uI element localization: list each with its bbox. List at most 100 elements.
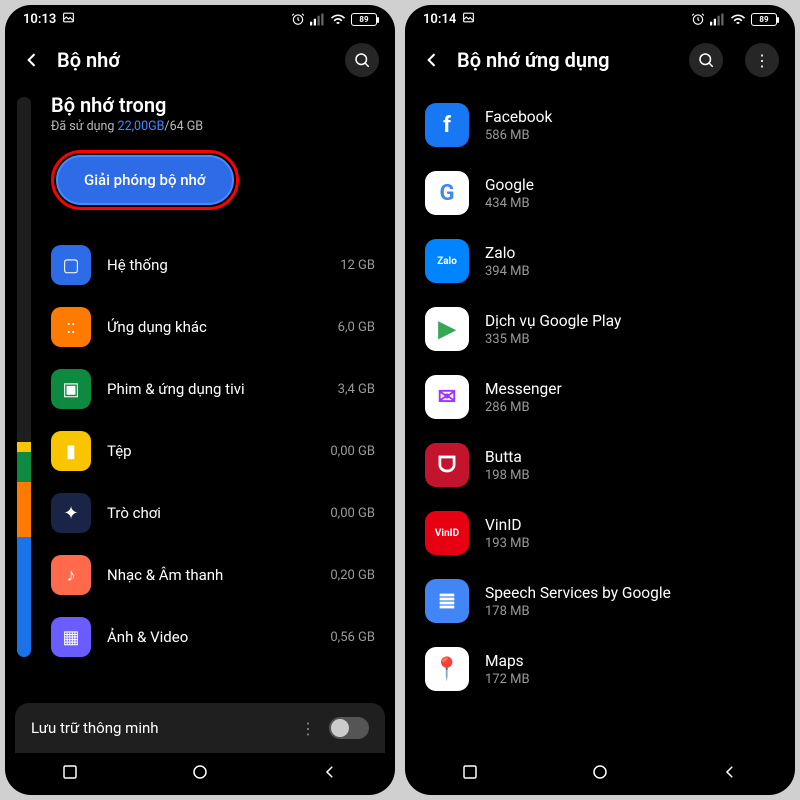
- category-size: 3,4 GB: [338, 382, 381, 397]
- smart-storage-row[interactable]: Lưu trữ thông minh ⋮: [15, 703, 385, 753]
- category-label: Trò chơi: [107, 504, 314, 522]
- free-storage-button[interactable]: Giải phóng bộ nhớ: [56, 155, 234, 205]
- app-name: VinID: [485, 516, 530, 534]
- google-icon: G: [425, 171, 469, 215]
- app-row[interactable]: ≣ Speech Services by Google 178 MB: [405, 567, 791, 635]
- file-icon: ▮: [51, 431, 91, 471]
- status-image-icon: [462, 11, 475, 28]
- wifi-icon: [330, 13, 346, 26]
- more-icon: ⋮: [754, 51, 770, 70]
- app-row[interactable]: ᗜButta198 MB: [405, 431, 791, 499]
- app-size: 198 MB: [485, 468, 530, 483]
- category-label: Ứng dụng khác: [107, 318, 322, 336]
- back-button[interactable]: [21, 49, 43, 71]
- more-button[interactable]: ⋮: [745, 43, 779, 77]
- speech-icon: ≣: [425, 579, 469, 623]
- signal-icon: [310, 13, 325, 26]
- storage-heading: Bộ nhớ trong: [51, 93, 381, 117]
- app-size: 193 MB: [485, 536, 530, 551]
- app-row[interactable]: 📍 Maps 172 MB: [405, 635, 791, 703]
- app-name: Speech Services by Google: [485, 584, 671, 602]
- status-time: 10:13: [23, 12, 56, 27]
- nav-home[interactable]: [191, 763, 209, 785]
- messenger-icon: ✉: [425, 375, 469, 419]
- category-size: 0,56 GB: [330, 630, 381, 645]
- category-size: 0,00 GB: [330, 444, 381, 459]
- nav-back[interactable]: [321, 763, 339, 785]
- category-size: 0,00 GB: [330, 506, 381, 521]
- phone-right: 10:14 89 Bộ nhớ ứng dụng ⋮ fFacebook586 …: [405, 5, 795, 795]
- header: Bộ nhớ: [5, 33, 395, 91]
- category-size: 0,20 GB: [330, 568, 381, 583]
- battery-icon: 89: [351, 13, 377, 26]
- category-row[interactable]: ✦Trò chơi0,00 GB: [51, 482, 381, 544]
- facebook-icon: f: [425, 103, 469, 147]
- category-row[interactable]: ▮ Tệp 0,00 GB: [51, 420, 381, 482]
- nav-back[interactable]: [721, 763, 739, 785]
- category-size: 12 GB: [340, 258, 381, 273]
- app-row[interactable]: fFacebook586 MB: [405, 91, 791, 159]
- alarm-icon: [291, 12, 305, 26]
- seg-system: [17, 537, 31, 657]
- category-label: Hệ thống: [107, 256, 324, 274]
- maps-icon: 📍: [425, 647, 469, 691]
- app-row[interactable]: Zalo Zalo 394 MB: [405, 227, 791, 295]
- app-name: Maps: [485, 652, 530, 670]
- category-row[interactable]: ▣Phim & ứng dụng tivi3,4 GB: [51, 358, 381, 420]
- app-size: 172 MB: [485, 672, 530, 687]
- seg-files: [17, 442, 31, 452]
- category-row[interactable]: ▦ Ảnh & Video 0,56 GB: [51, 606, 381, 668]
- search-button[interactable]: [345, 43, 379, 77]
- storage-usage-bar: [17, 97, 31, 657]
- smart-storage-toggle[interactable]: [329, 717, 369, 739]
- category-row[interactable]: ::Ứng dụng khác6,0 GB: [51, 296, 381, 358]
- highlight-outline: Giải phóng bộ nhớ: [51, 150, 239, 210]
- nav-bar: [5, 753, 395, 795]
- app-name: Zalo: [485, 244, 530, 262]
- app-size: 434 MB: [485, 196, 534, 211]
- category-label: Ảnh & Video: [107, 628, 314, 646]
- search-button[interactable]: [689, 43, 723, 77]
- status-time: 10:14: [423, 12, 456, 27]
- zalo-icon: Zalo: [425, 239, 469, 283]
- more-icon[interactable]: ⋮: [300, 719, 317, 738]
- phone-icon: ▢: [51, 245, 91, 285]
- music-icon: ♪: [51, 555, 91, 595]
- category-label: Nhạc & Âm thanh: [107, 566, 314, 584]
- alarm-icon: [691, 12, 705, 26]
- seg-apps: [17, 482, 31, 537]
- status-image-icon: [62, 11, 75, 28]
- app-size: 394 MB: [485, 264, 530, 279]
- category-label: Tệp: [107, 442, 314, 460]
- page-title: Bộ nhớ: [57, 48, 331, 72]
- media-icon: ▦: [51, 617, 91, 657]
- app-size: 586 MB: [485, 128, 552, 143]
- butta-icon: ᗜ: [425, 443, 469, 487]
- app-name: Messenger: [485, 380, 562, 398]
- app-row[interactable]: G Google 434 MB: [405, 159, 791, 227]
- battery-icon: 89: [751, 13, 777, 26]
- back-button[interactable]: [421, 49, 443, 71]
- nav-home[interactable]: [591, 763, 609, 785]
- page-title: Bộ nhớ ứng dụng: [457, 48, 675, 72]
- category-row[interactable]: ▢ Hệ thống 12 GB: [51, 234, 381, 296]
- status-bar: 10:14 89: [405, 5, 795, 33]
- play-services-icon: ▶: [425, 307, 469, 351]
- header: Bộ nhớ ứng dụng ⋮: [405, 33, 795, 91]
- nav-bar: [405, 753, 795, 795]
- category-row[interactable]: ♪ Nhạc & Âm thanh 0,20 GB: [51, 544, 381, 606]
- app-size: 335 MB: [485, 332, 621, 347]
- app-row[interactable]: ✉Messenger286 MB: [405, 363, 791, 431]
- nav-recent[interactable]: [61, 763, 79, 785]
- app-size: 178 MB: [485, 604, 671, 619]
- app-row[interactable]: ▶ Dịch vụ Google Play 335 MB: [405, 295, 791, 363]
- status-bar: 10:13 89: [5, 5, 395, 33]
- app-name: Dịch vụ Google Play: [485, 312, 621, 330]
- app-row[interactable]: VinIDVinID193 MB: [405, 499, 791, 567]
- category-size: 6,0 GB: [338, 320, 381, 335]
- nav-recent[interactable]: [461, 763, 479, 785]
- category-label: Phim & ứng dụng tivi: [107, 380, 322, 398]
- signal-icon: [710, 13, 725, 26]
- storage-subtitle: Đã sử dụng 22,00GB/64 GB: [51, 119, 381, 134]
- app-name: Google: [485, 176, 534, 194]
